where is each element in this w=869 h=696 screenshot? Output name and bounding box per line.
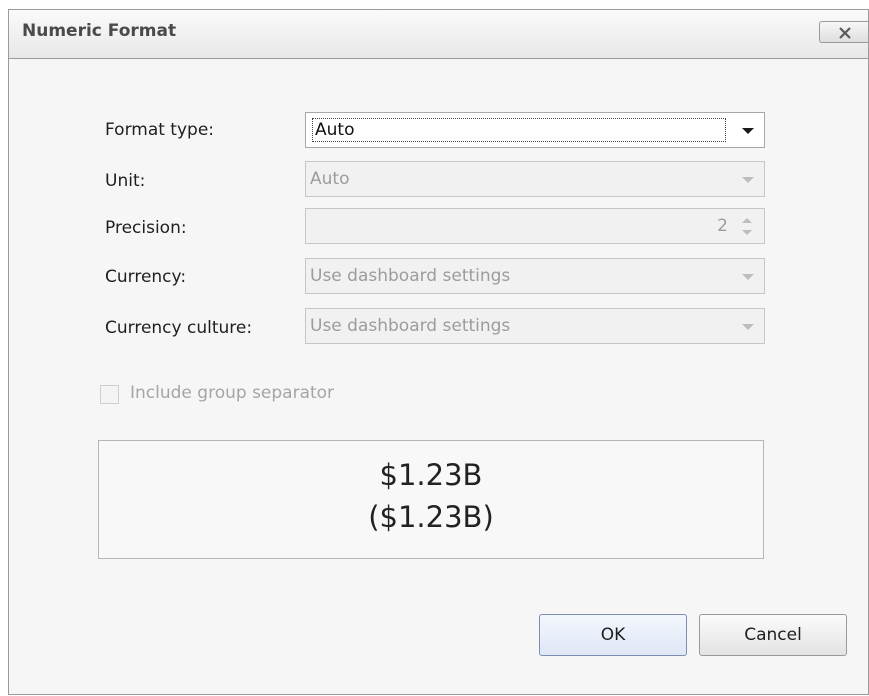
- format-type-combo[interactable]: Auto: [305, 112, 765, 148]
- currency-label: Currency:: [105, 267, 187, 287]
- dialog-title: Numeric Format: [22, 21, 177, 41]
- format-preview: $1.23B ($1.23B): [98, 440, 764, 559]
- format-type-value: Auto: [312, 118, 726, 142]
- chevron-down-icon[interactable]: [742, 274, 754, 280]
- format-type-label: Format type:: [105, 120, 215, 140]
- currency-culture-value: Use dashboard settings: [310, 316, 511, 336]
- preview-negative: ($1.23B): [368, 500, 494, 534]
- chevron-down-icon[interactable]: [742, 128, 754, 134]
- group-separator-label: Include group separator: [130, 383, 335, 403]
- spin-up-icon[interactable]: [742, 218, 752, 223]
- currency-value: Use dashboard settings: [310, 266, 511, 286]
- preview-positive: $1.23B: [379, 458, 483, 492]
- precision-spinner[interactable]: 2: [305, 208, 765, 244]
- currency-combo[interactable]: Use dashboard settings: [305, 258, 765, 294]
- unit-combo[interactable]: Auto: [305, 161, 765, 197]
- precision-value: 2: [717, 216, 728, 236]
- currency-culture-label: Currency culture:: [105, 318, 253, 338]
- close-icon: [839, 27, 851, 39]
- cancel-button[interactable]: Cancel: [699, 614, 847, 656]
- currency-culture-combo[interactable]: Use dashboard settings: [305, 308, 765, 344]
- precision-label: Precision:: [105, 218, 187, 238]
- ok-button[interactable]: OK: [539, 614, 687, 656]
- chevron-down-icon[interactable]: [742, 177, 754, 183]
- close-button[interactable]: [819, 21, 868, 43]
- dialog-title-bar: Numeric Format: [9, 10, 868, 59]
- group-separator-checkbox[interactable]: [100, 385, 119, 404]
- chevron-down-icon[interactable]: [742, 324, 754, 330]
- spin-down-icon[interactable]: [742, 230, 752, 235]
- unit-label: Unit:: [105, 171, 146, 191]
- unit-value: Auto: [310, 169, 350, 189]
